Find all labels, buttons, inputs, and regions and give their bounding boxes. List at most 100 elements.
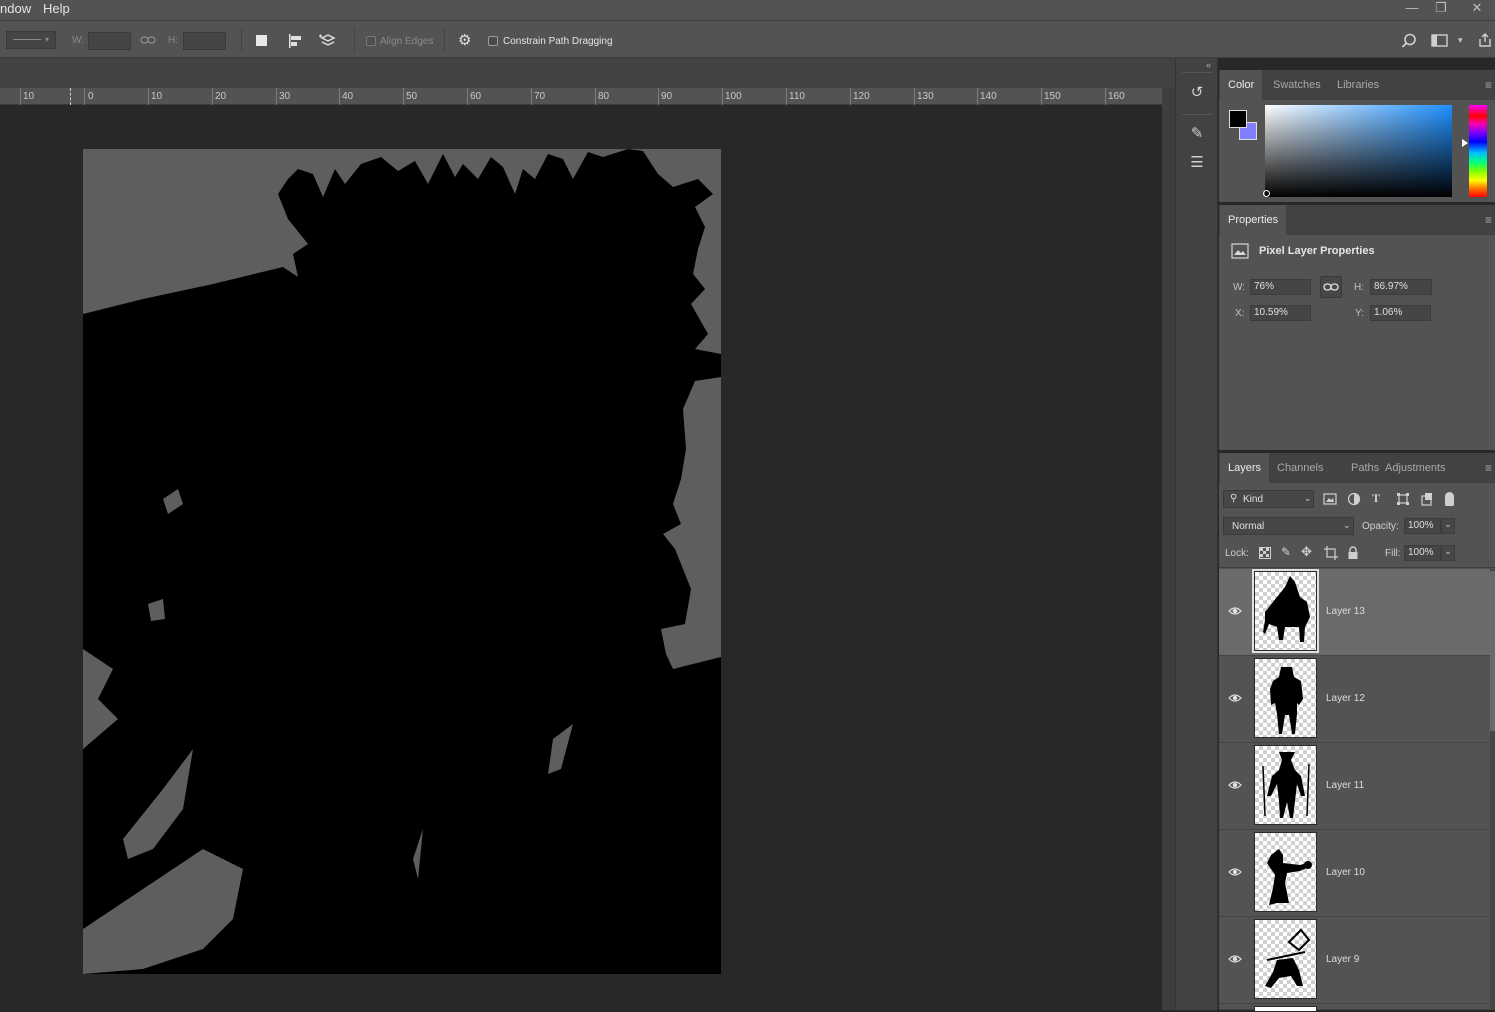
divider <box>241 28 242 52</box>
panel-menu-icon[interactable]: ≡ <box>1485 78 1492 92</box>
chevron-down-icon[interactable]: ⌄ <box>1441 518 1455 534</box>
layer-filter-dropdown[interactable]: ⚲ Kind ⌄ <box>1223 490 1314 508</box>
filter-type-icon[interactable]: T <box>1372 491 1380 506</box>
layer-row[interactable]: Layer 9 <box>1219 917 1490 1004</box>
blend-mode-dropdown[interactable]: Normal ⌄ <box>1223 517 1354 535</box>
tab-channels[interactable]: Channels <box>1269 453 1331 483</box>
filter-adjustment-icon[interactable] <box>1347 492 1361 506</box>
fill-input[interactable]: 100% <box>1404 545 1441 561</box>
foreground-color-swatch[interactable] <box>1229 110 1247 128</box>
ruler-tick <box>403 88 404 105</box>
filter-toggle-icon[interactable] <box>1445 492 1454 506</box>
ruler-label: 60 <box>470 91 482 102</box>
align-edges-checkbox[interactable] <box>366 36 376 46</box>
minimize-button[interactable]: — <box>1401 1 1423 15</box>
path-operations-icon[interactable] <box>256 35 267 46</box>
layer-name: Layer 13 <box>1326 606 1365 617</box>
lock-artboard-icon[interactable] <box>1324 546 1338 560</box>
lock-position-move-icon[interactable]: ✥ <box>1301 544 1312 560</box>
opacity-input[interactable]: 100% <box>1404 518 1441 534</box>
ruler-label: 40 <box>342 91 354 102</box>
dock-divider <box>1182 72 1212 73</box>
pixel-layer-icon <box>1231 243 1249 259</box>
workspace-icon[interactable] <box>1431 34 1449 48</box>
menu-window[interactable]: ndow <box>0 1 31 17</box>
filter-shape-icon[interactable] <box>1396 492 1410 506</box>
color-spectrum-field[interactable] <box>1263 105 1452 197</box>
ruler-tick <box>276 88 277 105</box>
collapse-panels-icon[interactable]: « <box>1206 60 1211 70</box>
link-dimensions-button[interactable] <box>1320 276 1342 298</box>
filter-smart-object-icon[interactable] <box>1420 492 1434 506</box>
ruler-tick <box>722 88 723 105</box>
width-input[interactable] <box>88 32 131 50</box>
ruler-label: 90 <box>661 91 673 102</box>
ruler-tick <box>1041 88 1042 105</box>
stroke-line-preview <box>13 39 41 40</box>
history-icon[interactable]: ↺ <box>1182 80 1212 106</box>
ruler-label: 20 <box>215 91 227 102</box>
panel-menu-icon[interactable]: ≡ <box>1485 461 1492 475</box>
link-icon[interactable] <box>140 35 156 45</box>
eye-icon[interactable] <box>1228 691 1242 705</box>
ruler-label: 130 <box>917 91 934 102</box>
tab-libraries[interactable]: Libraries <box>1329 70 1387 100</box>
hue-slider-marker-icon[interactable] <box>1462 139 1468 147</box>
chevron-down-icon[interactable]: ⌄ <box>1441 545 1455 561</box>
hue-slider[interactable] <box>1469 105 1487 197</box>
height-input[interactable] <box>183 32 226 50</box>
panel-menu-icon[interactable]: ≡ <box>1485 213 1492 227</box>
eye-icon[interactable] <box>1228 604 1242 618</box>
search-icon[interactable] <box>1401 33 1417 49</box>
eye-icon[interactable] <box>1228 778 1242 792</box>
filter-pixel-icon[interactable] <box>1323 493 1337 505</box>
fill-label: Fill: <box>1385 548 1401 559</box>
layer-thumbnail <box>1252 569 1319 653</box>
color-picker-marker[interactable] <box>1263 190 1270 197</box>
ruler-tick <box>595 88 596 105</box>
prop-height-input[interactable]: 86.97% <box>1370 279 1432 295</box>
eye-icon[interactable] <box>1228 865 1242 879</box>
layer-thumbnail-silhouette <box>1265 928 1311 988</box>
color-panel-tabs: Color Swatches Libraries ≡ <box>1219 70 1495 100</box>
path-arrangement-icon[interactable] <box>318 32 338 50</box>
ruler-tick <box>1105 88 1106 105</box>
tab-layers[interactable]: Layers <box>1220 453 1270 483</box>
chevron-down-icon[interactable]: ▾ <box>1458 35 1463 46</box>
tab-adjustments[interactable]: Adjustments <box>1377 453 1454 483</box>
menu-help[interactable]: Help <box>43 1 70 17</box>
layers-scrollbar[interactable] <box>1490 569 1495 1010</box>
layer-row[interactable]: Layer 11 <box>1219 743 1490 830</box>
chevron-down-icon: ▾ <box>45 35 50 44</box>
layer-row[interactable]: Layer 12 <box>1219 656 1490 743</box>
share-icon[interactable] <box>1477 32 1493 48</box>
gear-icon[interactable]: ⚙ <box>458 31 471 49</box>
tab-color[interactable]: Color <box>1220 70 1263 100</box>
layer-row[interactable]: Layer 13 <box>1219 569 1490 656</box>
divider <box>354 28 355 52</box>
adjustments-sliders-icon[interactable]: ☰ <box>1182 150 1212 176</box>
constrain-path-checkbox[interactable] <box>488 36 498 46</box>
stroke-type-dropdown[interactable]: ▾ <box>6 31 56 49</box>
lock-transparency-icon[interactable] <box>1259 547 1271 559</box>
prop-y-input[interactable]: 1.06% <box>1370 305 1431 321</box>
layer-row[interactable]: Layer 10 <box>1219 830 1490 917</box>
opacity-label: Opacity: <box>1362 521 1399 532</box>
brush-icon[interactable]: ✎ <box>1182 121 1212 147</box>
tab-swatches[interactable]: Swatches <box>1265 70 1329 100</box>
close-button[interactable]: ✕ <box>1466 1 1488 15</box>
layer-thumbnail-silhouette <box>1263 576 1310 642</box>
restore-button[interactable]: ❐ <box>1430 1 1452 15</box>
layer-row[interactable] <box>1219 1004 1490 1012</box>
prop-width-input[interactable]: 76% <box>1250 279 1311 295</box>
prop-x-input[interactable]: 10.59% <box>1250 305 1311 321</box>
lock-pixels-brush-icon[interactable]: ✎ <box>1281 545 1291 559</box>
document-canvas[interactable] <box>83 149 721 974</box>
lock-all-icon[interactable] <box>1347 546 1359 560</box>
eye-icon[interactable] <box>1228 952 1242 966</box>
layers-scroll-thumb[interactable] <box>1490 571 1495 731</box>
tab-properties[interactable]: Properties <box>1220 205 1287 235</box>
document-scrollbar[interactable] <box>1162 88 1175 1010</box>
silhouette-artwork <box>83 149 721 974</box>
path-alignment-icon[interactable] <box>287 33 305 49</box>
